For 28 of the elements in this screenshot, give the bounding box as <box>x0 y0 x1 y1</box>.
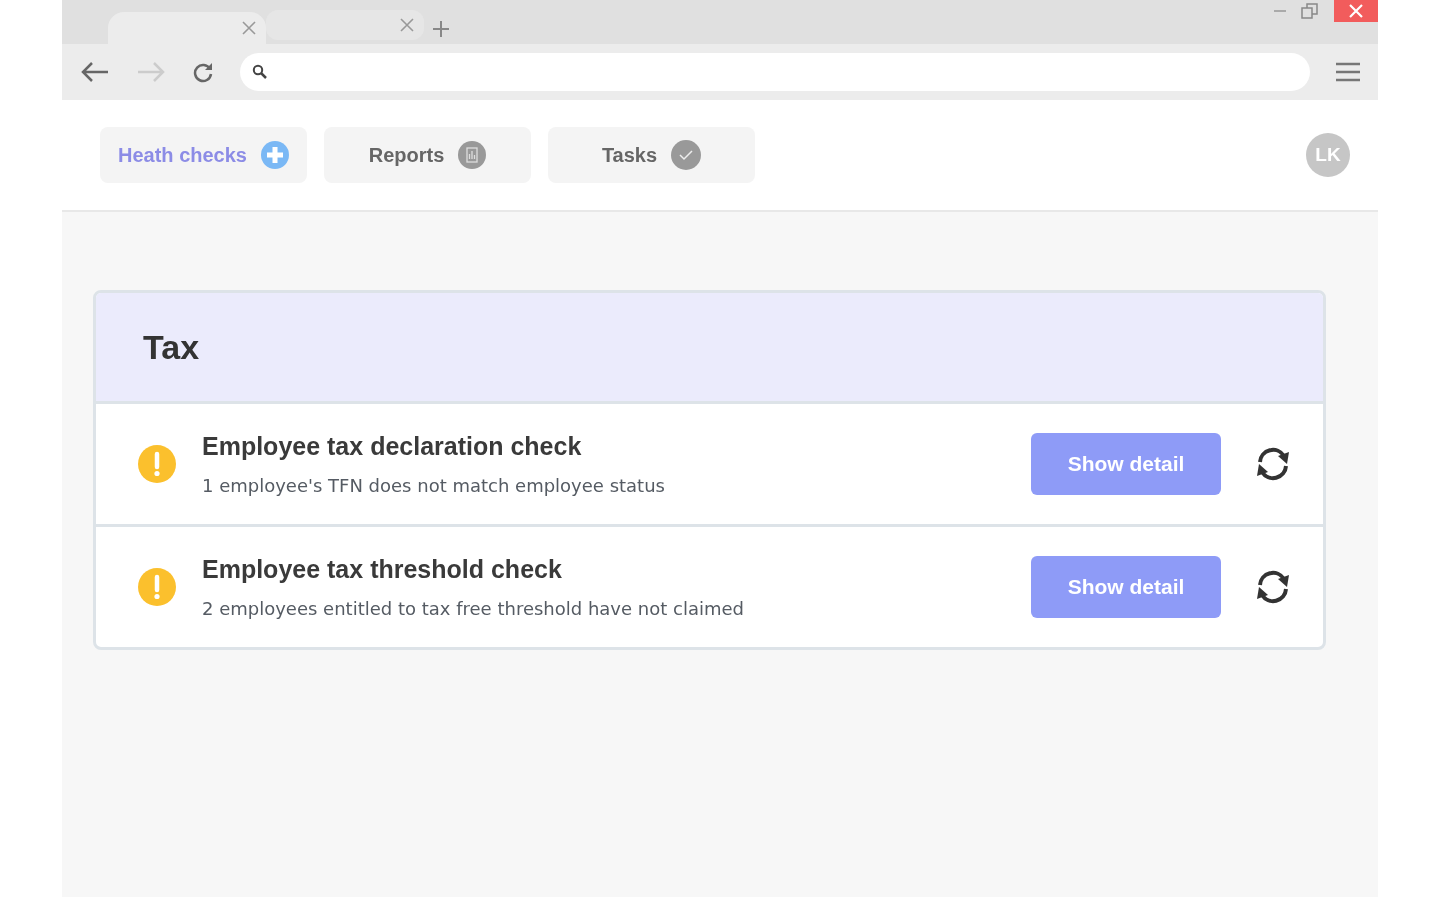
forward-arrow-icon[interactable] <box>136 61 166 83</box>
warning-icon <box>138 445 176 483</box>
show-detail-button[interactable]: Show detail <box>1031 433 1221 495</box>
check-description: 1 employee's TFN does not match employee status <box>202 475 666 496</box>
back-arrow-icon[interactable] <box>80 61 110 83</box>
search-icon <box>252 64 268 80</box>
report-icon <box>458 141 487 169</box>
check-description: 2 employees entitled to tax free threshold have not claimed <box>202 598 745 619</box>
menu-icon[interactable] <box>1336 61 1360 83</box>
reload-icon[interactable] <box>192 61 214 83</box>
nav-tab[interactable]: Heath checks <box>100 127 307 183</box>
checkmark-icon <box>671 140 702 170</box>
show-detail-button[interactable]: Show detail <box>1031 556 1221 618</box>
nav-tab[interactable]: Reports <box>324 127 531 183</box>
close-window-button[interactable] <box>1334 0 1378 22</box>
plus-icon <box>261 141 289 169</box>
check-title: Employee tax declaration check <box>202 432 583 461</box>
check-title: Employee tax threshold check <box>202 555 563 584</box>
minimize-icon[interactable] <box>1274 9 1286 13</box>
close-icon[interactable] <box>400 18 414 32</box>
nav-tab[interactable]: Tasks <box>548 127 755 183</box>
restore-icon[interactable] <box>1300 1 1320 21</box>
section-title: Tax <box>143 327 200 367</box>
close-icon <box>1348 3 1364 19</box>
user-avatar[interactable]: LK <box>1306 133 1350 177</box>
close-icon[interactable] <box>242 21 256 35</box>
new-tab-icon[interactable] <box>432 20 450 38</box>
warning-icon <box>138 568 176 606</box>
